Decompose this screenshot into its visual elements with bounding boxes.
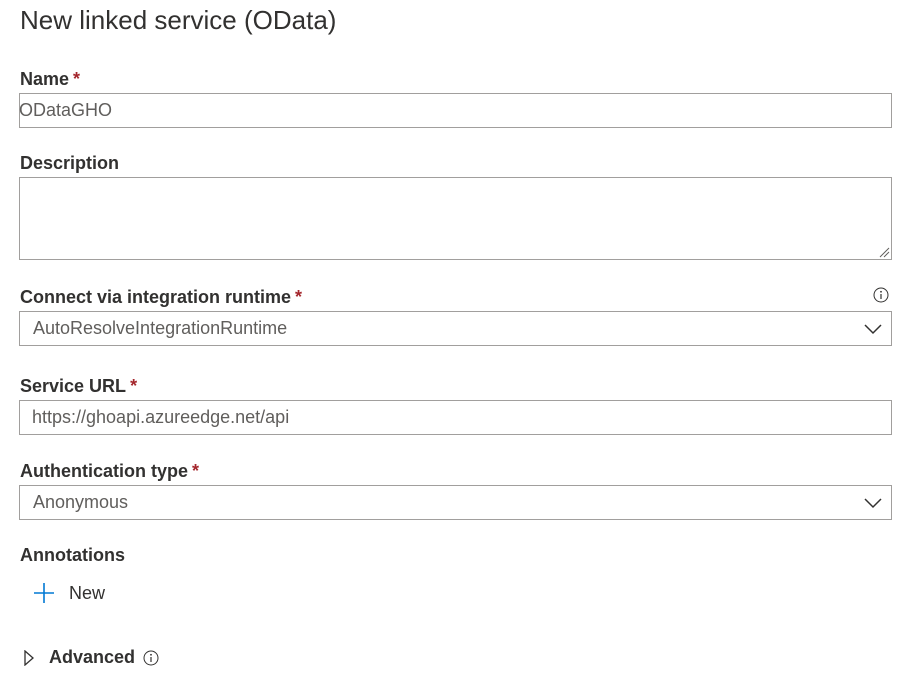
description-input[interactable] <box>20 178 891 259</box>
annotations-label: Annotations <box>20 545 125 565</box>
required-mark: * <box>192 461 200 481</box>
required-mark: * <box>73 69 81 89</box>
required-mark: * <box>130 376 138 396</box>
name-label: Name * <box>20 69 80 90</box>
caret-right-icon <box>24 649 34 666</box>
add-annotation-button[interactable]: New <box>33 582 105 604</box>
resize-grip-icon[interactable] <box>878 246 890 258</box>
name-input[interactable] <box>19 94 890 127</box>
description-label: Description <box>20 153 120 173</box>
plus-icon <box>34 583 54 603</box>
authentication-type-label: Authentication type * <box>20 461 199 482</box>
service-url-label: Service URL * <box>20 376 137 397</box>
authentication-type-select[interactable]: Anonymous <box>19 485 892 520</box>
authentication-type-label-text: Authentication type <box>20 461 189 481</box>
integration-runtime-select[interactable]: AutoResolveIntegrationRuntime <box>19 311 892 346</box>
service-url-input[interactable] <box>20 401 891 434</box>
add-annotation-label: New <box>69 582 106 603</box>
chevron-down-icon <box>864 323 882 334</box>
required-mark: * <box>295 287 303 307</box>
integration-runtime-label-text: Connect via integration runtime <box>20 287 292 307</box>
info-icon[interactable] <box>143 650 159 666</box>
description-field-wrapper <box>19 177 892 260</box>
service-url-field-wrapper <box>19 400 892 435</box>
authentication-type-value: Anonymous <box>33 492 129 512</box>
chevron-down-icon <box>864 497 882 508</box>
advanced-label: Advanced <box>49 647 136 667</box>
advanced-toggle[interactable]: Advanced <box>24 647 159 668</box>
service-url-label-text: Service URL <box>20 376 127 396</box>
name-label-text: Name <box>20 69 70 89</box>
integration-runtime-value: AutoResolveIntegrationRuntime <box>33 318 288 338</box>
info-icon[interactable] <box>873 287 889 303</box>
page-title: New linked service (OData) <box>20 5 337 35</box>
integration-runtime-label: Connect via integration runtime * <box>20 287 302 308</box>
name-field-wrapper <box>19 93 892 128</box>
linked-service-panel: New linked service (OData) Name* Descrip… <box>0 0 917 689</box>
